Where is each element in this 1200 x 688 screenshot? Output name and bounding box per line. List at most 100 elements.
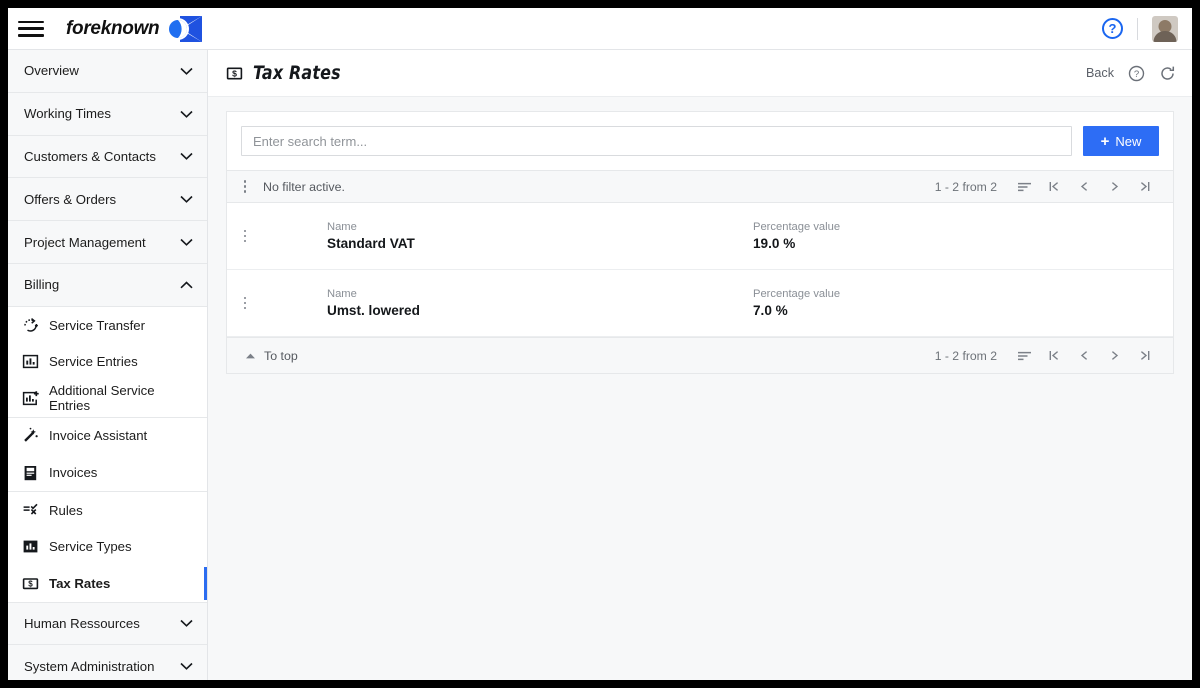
search-input[interactable] <box>241 126 1072 156</box>
page-header: $ Tax Rates Back ? <box>208 50 1192 97</box>
help-circle-icon[interactable]: ? <box>1128 65 1145 82</box>
sidebar-item-rules[interactable]: Rules <box>8 492 207 529</box>
cell-name: Name Umst. lowered <box>327 288 747 318</box>
table-row[interactable]: Name Standard VAT Percentage value 19.0 … <box>227 203 1173 270</box>
back-button[interactable]: Back <box>1086 66 1114 80</box>
sidebar-group-billing[interactable]: Billing <box>8 263 207 307</box>
sidebar-item-label: Invoice Assistant <box>49 428 148 444</box>
bar-chart-box-icon <box>22 355 39 369</box>
first-page-icon[interactable] <box>1039 176 1069 198</box>
chevron-up-icon <box>180 281 193 289</box>
sidebar-group-label: Offers & Orders <box>24 191 117 207</box>
tax-rates-card: + New No filter active. 1 - 2 from 2 <box>226 111 1174 374</box>
rules-icon <box>23 503 38 515</box>
avatar-body <box>1153 30 1177 42</box>
sidebar-item-tax-rates[interactable]: $ Tax Rates <box>8 565 207 602</box>
last-page-icon[interactable] <box>1129 176 1159 198</box>
to-top-button[interactable]: To top <box>245 349 298 363</box>
top-bar: foreknown ? <box>8 8 1192 50</box>
hamburger-icon[interactable] <box>18 19 44 39</box>
pagination-count: 1 - 2 from 2 <box>934 348 997 363</box>
to-top-label: To top <box>264 348 298 363</box>
cell-value: 7.0 % <box>753 303 788 318</box>
sidebar-item-invoice-assistant[interactable]: Invoice Assistant <box>8 418 207 455</box>
sidebar-item-service-types[interactable]: Service Types <box>8 528 207 565</box>
table-row[interactable]: Name Umst. lowered Percentage value 7.0 … <box>227 270 1173 337</box>
filter-status-text: No filter active. <box>263 179 345 194</box>
page-content: + New No filter active. 1 - 2 from 2 <box>208 97 1192 680</box>
main-area: $ Tax Rates Back ? Enter search term... … <box>208 50 1192 680</box>
banknote-icon: $ <box>22 577 39 589</box>
sidebar-item-label: Tax Rates <box>49 575 111 591</box>
pagination-top: 1 - 2 from 2 <box>935 176 1159 198</box>
table-footer: To top 1 - 2 from 2 <box>227 337 1173 373</box>
app-body: Overview Working Times Customers & Conta… <box>8 50 1192 680</box>
sidebar-group-label: System Administration <box>24 658 155 674</box>
sidebar-item-label: Invoices <box>49 464 98 480</box>
sidebar-group-overview[interactable]: Overview <box>8 50 207 93</box>
prev-page-icon[interactable] <box>1069 345 1099 367</box>
service-transfer-icon <box>24 317 38 332</box>
sidebar-group-label: Overview <box>24 63 79 79</box>
sidebar-group-system-administration[interactable]: System Administration <box>8 645 207 680</box>
sidebar-item-additional-service-entries[interactable]: Additional Service Entries <box>8 380 207 417</box>
cell-label: Percentage value <box>753 288 841 300</box>
sidebar-item-label: Service Transfer <box>49 317 146 333</box>
page-title-wrap: $ Tax Rates <box>226 62 347 84</box>
banknote-icon: $ <box>226 66 243 79</box>
cell-percentage: Percentage value 7.0 % <box>753 288 840 318</box>
sort-icon[interactable] <box>1009 345 1039 367</box>
sidebar-item-label: Service Entries <box>49 354 138 370</box>
sidebar-group-label: Billing <box>24 277 60 293</box>
chevron-down-icon <box>180 239 193 246</box>
search-row: + New <box>227 112 1173 170</box>
brand[interactable]: foreknown <box>66 14 206 44</box>
sidebar-group-project-management[interactable]: Project Management <box>8 221 207 264</box>
sidebar-group-human-ressources[interactable]: Human Ressources <box>8 602 207 646</box>
cell-value: 19.0 % <box>753 236 796 251</box>
sidebar-item-label: Additional Service Entries <box>49 383 155 414</box>
kebab-menu-icon[interactable] <box>237 180 253 193</box>
prev-page-icon[interactable] <box>1069 176 1099 198</box>
filter-bar: No filter active. 1 - 2 from 2 <box>227 170 1173 203</box>
chevron-down-icon <box>180 110 193 118</box>
chevron-down-icon <box>180 153 193 161</box>
invoice-icon <box>24 465 37 481</box>
sidebar-group-label: Customers & Contacts <box>24 148 156 164</box>
sort-icon[interactable] <box>1009 176 1039 198</box>
cell-label: Name <box>327 221 357 233</box>
next-page-icon[interactable] <box>1099 176 1129 198</box>
cell-value: Standard VAT <box>327 236 415 251</box>
sidebar-group-customers-contacts[interactable]: Customers & Contacts <box>8 135 207 179</box>
cell-value: Umst. lowered <box>327 303 420 318</box>
app-window: foreknown ? Overview Working Times Custo… <box>8 8 1192 680</box>
caret-up-icon <box>246 353 255 358</box>
sidebar-item-service-transfer[interactable]: Service Transfer <box>8 307 207 344</box>
sidebar-item-service-entries[interactable]: Service Entries <box>8 343 207 380</box>
first-page-icon[interactable] <box>1039 345 1069 367</box>
sidebar-item-invoices[interactable]: Invoices <box>8 454 207 491</box>
cell-label: Name <box>327 288 357 300</box>
plus-icon: + <box>1100 132 1110 150</box>
divider <box>1137 17 1138 40</box>
new-button-label: New <box>1115 133 1142 149</box>
row-menu-icon[interactable] <box>237 229 253 243</box>
bar-chart-icon <box>23 540 38 553</box>
sidebar-group-offers-orders[interactable]: Offers & Orders <box>8 178 207 222</box>
svg-text:$: $ <box>28 579 33 588</box>
last-page-icon[interactable] <box>1129 345 1159 367</box>
foreknown-logo-icon <box>167 15 203 42</box>
cell-label: Percentage value <box>753 221 841 233</box>
sidebar-group-working-times[interactable]: Working Times <box>8 92 207 136</box>
magic-wand-icon <box>24 428 38 443</box>
svg-text:$: $ <box>232 68 237 78</box>
sidebar-group-label: Project Management <box>24 234 146 250</box>
next-page-icon[interactable] <box>1099 345 1129 367</box>
page-header-actions: Back ? <box>1086 65 1176 82</box>
new-button[interactable]: + New <box>1083 126 1159 156</box>
help-circle-icon[interactable]: ? <box>1102 18 1123 39</box>
user-avatar[interactable] <box>1152 15 1178 42</box>
sidebar[interactable]: Overview Working Times Customers & Conta… <box>8 50 208 680</box>
refresh-icon[interactable] <box>1159 65 1176 82</box>
row-menu-icon[interactable] <box>237 296 253 310</box>
